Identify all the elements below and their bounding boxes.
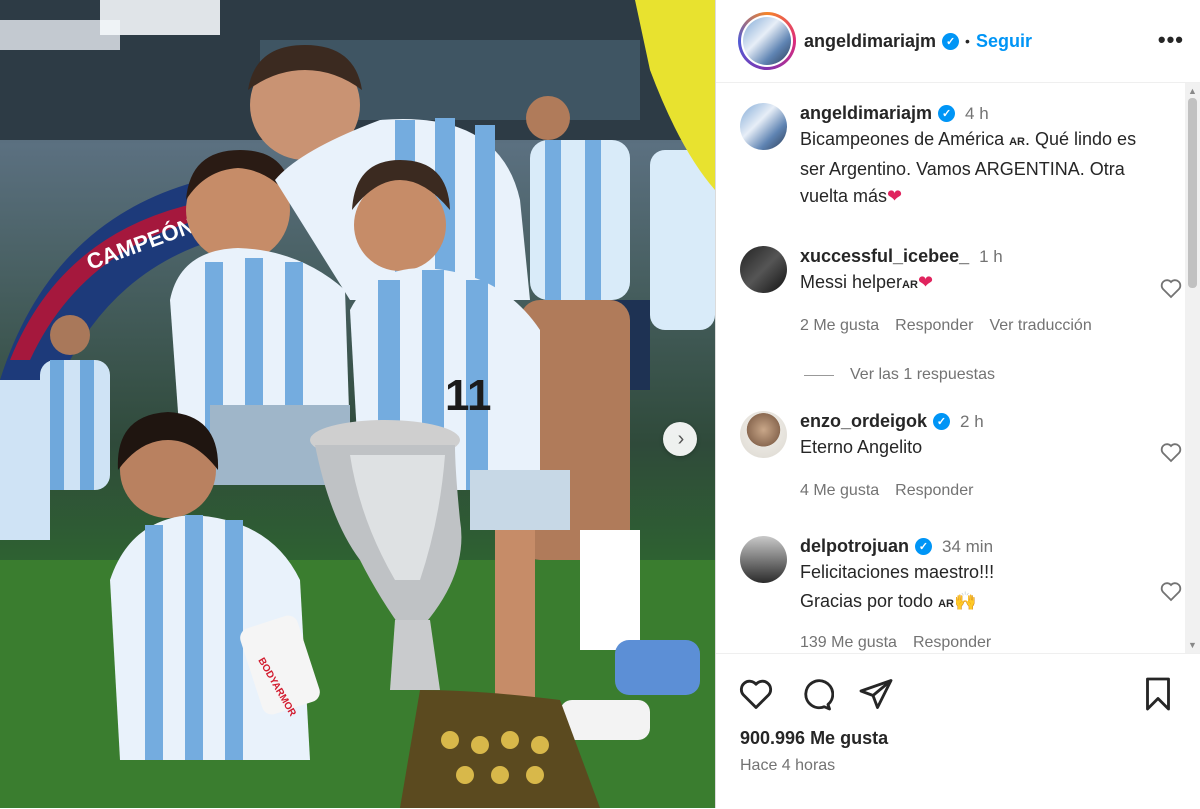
comment-time: 2 h	[960, 411, 984, 431]
view-replies-button[interactable]: Ver las 1 respuestas	[804, 366, 995, 384]
like-comment-heart-icon[interactable]	[1158, 440, 1184, 464]
comment-text-line2: Gracias por todo AR🙌	[800, 591, 977, 611]
comment-actions: 139 Me gusta Responder	[800, 634, 991, 652]
follow-button[interactable]: Seguir	[976, 31, 1032, 52]
post-photo: CAMPEÓN 11 BODYARMOR ›	[0, 0, 715, 808]
more-options-icon[interactable]: •••	[1158, 27, 1184, 53]
verified-icon: ✓	[942, 32, 960, 50]
commenter-avatar[interactable]	[740, 246, 787, 293]
comment-text: Messi helperAR❤	[800, 272, 934, 292]
heart-emoji: ❤	[917, 272, 934, 292]
comments-scrollbar[interactable]: ▲ ▼	[1185, 83, 1200, 653]
comment-actions: 4 Me gusta Responder	[800, 482, 973, 500]
commenter-username[interactable]: enzo_ordeigok	[800, 411, 927, 432]
post-sidebar: angeldimariajm ✓ • Seguir ••• angeldimar…	[715, 0, 1200, 808]
comment-time: 1 h	[979, 246, 1003, 266]
commenter-avatar[interactable]	[740, 536, 787, 583]
verified-icon: ✓	[915, 538, 932, 555]
like-heart-icon[interactable]	[738, 676, 774, 712]
comment-actions: 2 Me gusta Responder Ver traducción	[800, 317, 1092, 335]
post-likes-count[interactable]: 900.996 Me gusta	[740, 728, 888, 749]
save-bookmark-icon[interactable]	[1140, 676, 1176, 712]
next-photo-button[interactable]: ›	[663, 422, 697, 456]
raised-hands-emoji: 🙌	[953, 591, 977, 611]
caption-entry: angeldimariajm ✓ 4 h Bicampeones de Amér…	[740, 103, 1160, 210]
jersey-number: 11	[445, 371, 492, 420]
share-send-icon[interactable]	[858, 676, 894, 712]
comment-entry: xuccessful_icebee_ 1 h Messi helperAR❤	[740, 246, 1003, 299]
comment-text: Eterno Angelito	[800, 437, 923, 457]
instagram-post: CAMPEÓN 11 BODYARMOR › angeldimariajm ✓ …	[0, 0, 1200, 808]
post-header: angeldimariajm ✓ • Seguir •••	[716, 0, 1200, 83]
photo-illustration: CAMPEÓN 11 BODYARMOR	[0, 0, 715, 808]
like-comment-heart-icon[interactable]	[1158, 579, 1184, 603]
commenter-username[interactable]: xuccessful_icebee_	[800, 246, 969, 267]
comment-bubble-icon[interactable]	[798, 676, 834, 712]
reply-button[interactable]: Responder	[913, 634, 991, 652]
comment-text: Felicitaciones maestro!!!	[800, 562, 995, 582]
reply-button[interactable]: Responder	[895, 482, 973, 500]
commenter-avatar[interactable]	[740, 411, 787, 458]
heart-emoji: ❤	[887, 186, 903, 206]
post-timestamp: Hace 4 horas	[740, 757, 836, 774]
reply-button[interactable]: Responder	[895, 317, 973, 335]
scroll-up-arrow-icon[interactable]: ▲	[1188, 86, 1197, 96]
translate-button[interactable]: Ver traducción	[989, 317, 1091, 335]
argentina-flag-icon: AR	[938, 598, 954, 610]
verified-icon: ✓	[938, 105, 956, 122]
comment-likes[interactable]: 4 Me gusta	[800, 482, 879, 500]
scroll-down-arrow-icon[interactable]: ▼	[1188, 640, 1197, 650]
caption-time: 4 h	[965, 103, 989, 123]
argentina-flag-icon: AR	[902, 279, 918, 291]
post-actions: 900.996 Me gusta Hace 4 horas	[716, 653, 1200, 809]
caption-avatar[interactable]	[740, 103, 787, 150]
like-comment-heart-icon[interactable]	[1158, 276, 1184, 300]
scrollbar-thumb[interactable]	[1188, 98, 1197, 288]
caption-text: Bicampeones de América AR. Qué lindo es …	[800, 129, 1137, 206]
chevron-right-icon: ›	[677, 428, 685, 450]
argentina-flag-icon: AR	[1009, 136, 1025, 148]
comment-likes[interactable]: 139 Me gusta	[800, 634, 897, 652]
comments-list[interactable]: angeldimariajm ✓ 4 h Bicampeones de Amér…	[716, 83, 1186, 653]
comment-time: 34 min	[942, 536, 994, 556]
comment-entry: delpotrojuan ✓ 34 min Felicitaciones mae…	[740, 536, 994, 618]
caption-username[interactable]: angeldimariajm	[800, 103, 932, 124]
commenter-username[interactable]: delpotrojuan	[800, 536, 909, 557]
author-username[interactable]: angeldimariajm	[804, 31, 936, 52]
comment-entry: enzo_ordeigok ✓ 2 h Eterno Angelito	[740, 411, 984, 461]
separator-dot: •	[965, 33, 970, 49]
author-avatar-ring[interactable]	[738, 12, 796, 70]
comment-likes[interactable]: 2 Me gusta	[800, 317, 879, 335]
author-avatar	[743, 17, 791, 65]
replies-divider	[804, 374, 834, 376]
verified-icon: ✓	[933, 413, 951, 430]
